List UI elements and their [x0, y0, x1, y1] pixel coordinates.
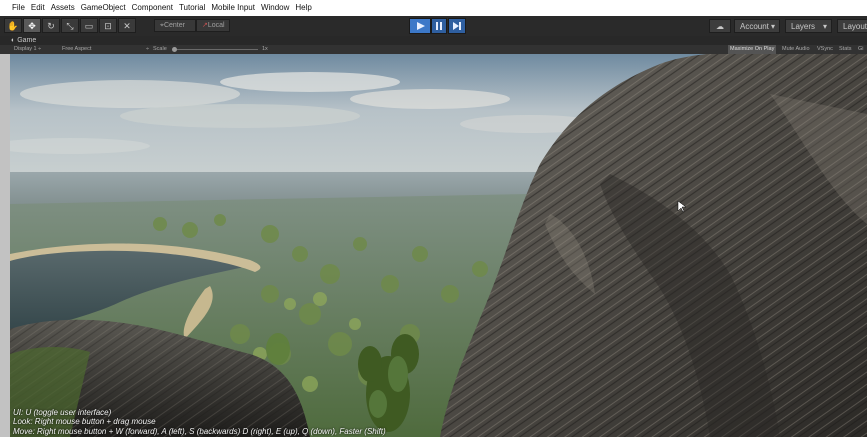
scale-tool-icon: ⤡: [66, 21, 74, 31]
mute-audio-toggle[interactable]: Mute Audio: [780, 45, 812, 54]
pause-icon: [436, 22, 442, 30]
step-button[interactable]: [448, 18, 466, 34]
pause-button[interactable]: [431, 18, 447, 34]
move-tool-icon: ✥: [28, 21, 36, 31]
layout-dropdown[interactable]: Layout: [837, 19, 867, 33]
layers-label: Layers: [791, 22, 816, 31]
pivot-label: Center: [163, 22, 185, 29]
hud-line-ui: UI: U (toggle user interface): [13, 407, 112, 417]
menu-gameobject[interactable]: GameObject: [78, 0, 129, 16]
account-label: Account: [740, 22, 769, 31]
play-button[interactable]: [409, 18, 431, 34]
tab-game-label: Game: [17, 37, 37, 44]
game-view-controls: Display 1 ÷ Free Aspect ÷ Scale 1x Maxim…: [0, 45, 867, 54]
scene-render: [10, 54, 867, 437]
gizmos-toggle[interactable]: Gi: [856, 45, 866, 54]
menu-window[interactable]: Window: [258, 0, 292, 16]
move-tool-button[interactable]: ✥: [23, 18, 41, 33]
play-icon: [417, 22, 425, 30]
menu-mobile-input[interactable]: Mobile Input: [208, 0, 258, 16]
vsync-toggle[interactable]: VSync: [815, 45, 835, 54]
rotate-tool-icon: ↻: [47, 21, 55, 31]
hand-tool-button[interactable]: ✋: [4, 18, 22, 33]
hud-line-move: Move: Right mouse button + W (forward), …: [13, 426, 386, 436]
display-dropdown[interactable]: Display 1 ÷: [14, 45, 41, 54]
cloud-button[interactable]: ☁: [709, 19, 731, 33]
display-label: Display 1: [14, 46, 37, 52]
menu-file[interactable]: File: [0, 0, 28, 16]
custom-tool-button[interactable]: ✕: [118, 18, 136, 33]
maximize-on-play-toggle[interactable]: Maximize On Play: [728, 45, 777, 54]
controls-help-overlay: UI: U (toggle user interface) Look: Righ…: [13, 408, 386, 437]
scale-value: 1x: [262, 46, 268, 52]
toolbar: ✋ ✥ ↻ ⤡ ▭ ⊡ ✕ ⌖Center ↗Local ☁ Account ▾ Layer…: [0, 16, 867, 36]
pivot-toggle[interactable]: ⌖Center: [154, 19, 196, 32]
menu-component[interactable]: Component: [129, 0, 176, 16]
chevron-down-icon: ▾: [770, 22, 775, 31]
rotation-label: Local: [207, 22, 225, 29]
chevron-down-icon: ▾: [822, 22, 827, 31]
menu-tutorial[interactable]: Tutorial: [176, 0, 208, 16]
rotate-tool-button[interactable]: ↻: [42, 18, 60, 33]
custom-tool-icon: ✕: [123, 21, 131, 31]
rotation-toggle[interactable]: ↗Local: [196, 19, 230, 32]
transform-tool-button[interactable]: ⊡: [99, 18, 117, 33]
transform-tool-icon: ⊡: [104, 21, 112, 31]
hud-line-look: Look: Right mouse button + drag mouse: [13, 417, 156, 426]
aspect-dropdown[interactable]: Free Aspect: [62, 45, 91, 54]
game-viewport[interactable]: UI: U (toggle user interface) Look: Righ…: [10, 54, 867, 437]
menu-assets[interactable]: Assets: [48, 0, 78, 16]
cloud-icon: ☁: [716, 22, 724, 31]
chevron-down-icon: ÷: [38, 46, 42, 52]
scale-slider-handle[interactable]: [172, 47, 177, 52]
menu-help[interactable]: Help: [292, 0, 314, 16]
stats-toggle[interactable]: Stats: [837, 45, 854, 54]
step-icon: [453, 22, 461, 30]
menu-edit[interactable]: Edit: [28, 0, 48, 16]
scale-tool-button[interactable]: ⤡: [61, 18, 79, 33]
rect-tool-button[interactable]: ▭: [80, 18, 98, 33]
scale-slider-track[interactable]: [176, 49, 258, 50]
scale-label: Scale: [153, 46, 167, 52]
tab-game[interactable]: ◐ Game: [11, 36, 40, 45]
layers-dropdown[interactable]: Layers ▾: [785, 19, 832, 33]
aspect-label: Free Aspect: [62, 46, 92, 52]
rect-tool-icon: ▭: [84, 21, 94, 31]
aspect-chevron-icon: ÷: [146, 46, 150, 52]
tab-bar: ◐ Game: [0, 36, 867, 45]
hand-tool-icon: ✋: [7, 21, 19, 31]
layout-label: Layout: [843, 22, 867, 31]
account-dropdown[interactable]: Account ▾: [734, 19, 780, 33]
menu-bar: File Edit Assets GameObject Component Tutoria…: [0, 0, 867, 16]
game-icon: ◐: [11, 37, 16, 44]
